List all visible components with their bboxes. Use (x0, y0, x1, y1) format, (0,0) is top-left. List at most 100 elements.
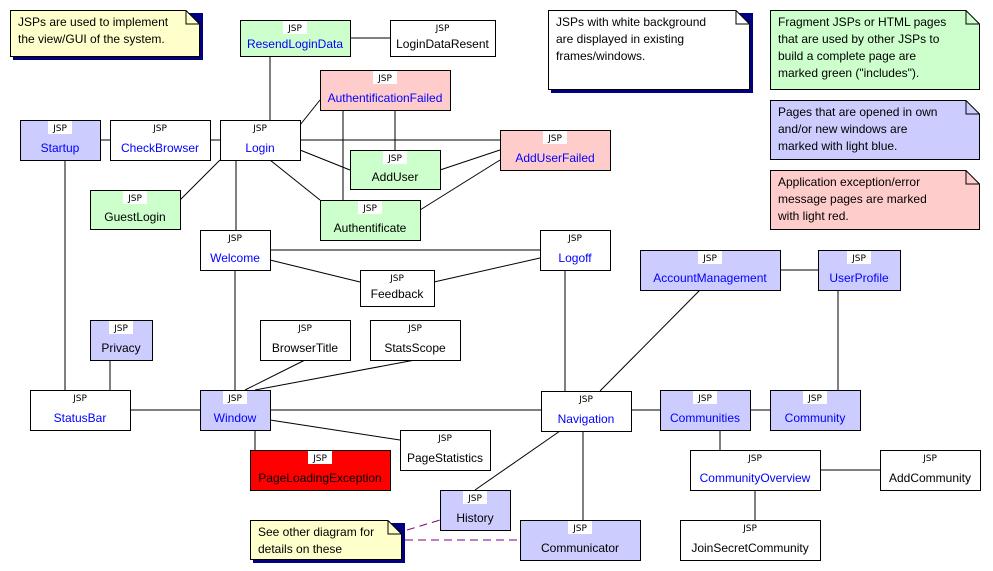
jsp-node-PageLoadingException[interactable]: JSP PageLoadingException (250, 450, 391, 491)
stereotype-label: JSP (252, 124, 267, 134)
note-line: the view/GUI of the system. (18, 32, 165, 46)
node-label: JoinSecretCommunity (691, 541, 808, 555)
note-line: See other diagram for (258, 525, 374, 539)
node-label: AddCommunity (889, 471, 971, 485)
jsp-node-AddUserFailed[interactable]: JSP AddUserFailed (500, 130, 611, 171)
note-jsp-view: JSPs are used to implement the view/GUI o… (10, 10, 203, 60)
edge-BrowserTitle-Window (244, 359, 306, 391)
stereotype-label: JSP (567, 234, 582, 244)
stereotype-label: JSP (113, 324, 128, 334)
jsp-node-UserProfile[interactable]: JSP UserProfile (818, 250, 901, 291)
node-label: AddUser (372, 170, 419, 184)
note-line: that are used by other JSPs to (778, 32, 940, 46)
node-label: LoginDataResent (396, 37, 489, 51)
jsp-node-AddCommunity[interactable]: JSP AddCommunity (880, 450, 981, 491)
jsp-node-Privacy[interactable]: JSP Privacy (90, 320, 153, 361)
jsp-node-GuestLogin[interactable]: JSP GuestLogin (90, 190, 181, 230)
edge-Feedback-Logoff (433, 257, 541, 283)
stereotype-label: JSP (72, 394, 87, 404)
node-label: Communicator (541, 541, 619, 555)
note-line: with light red. (777, 209, 849, 223)
jsp-node-JoinSecretCommunity[interactable]: JSP JoinSecretCommunity (680, 520, 821, 561)
node-label: Navigation (558, 412, 615, 426)
jsp-node-Logoff[interactable]: JSP Logoff (540, 230, 611, 271)
jsp-node-Community[interactable]: JSP Community (770, 390, 861, 431)
jsp-node-History[interactable]: JSP History (440, 490, 511, 531)
jsp-node-CommunityOverview[interactable]: JSP CommunityOverview (690, 450, 821, 491)
stereotype-label: JSP (287, 24, 302, 34)
stereotype-label: JSP (742, 524, 757, 534)
jsp-node-Authentificate[interactable]: JSP Authentificate (320, 200, 421, 241)
note-line: build a complete page are (778, 49, 916, 63)
node-label: Community (785, 411, 846, 425)
stereotype-label: JSP (127, 194, 142, 204)
note-line: message pages are marked (778, 192, 927, 206)
jsp-node-Window[interactable]: JSP Window (200, 390, 271, 431)
node-label: Window (214, 411, 257, 425)
node-label: Logoff (558, 251, 592, 265)
node-label: Feedback (371, 287, 425, 301)
stereotype-label: JSP (467, 494, 482, 504)
stereotype-label: JSP (297, 324, 312, 334)
note-line: Pages that are opened in own (778, 105, 937, 119)
edge-AddUser-AddUserFailed (439, 149, 501, 171)
jsp-node-Navigation[interactable]: JSP Navigation (541, 391, 632, 432)
jsp-diagram: JSPs are used to implement the view/GUI o… (10, 10, 981, 563)
jsp-node-BrowserTitle[interactable]: JSP BrowserTitle (260, 320, 351, 361)
note-line: marked with light blue. (778, 139, 897, 153)
node-label: AccountManagement (653, 271, 767, 285)
note-line: and/or new windows are (778, 122, 908, 136)
node-label: Communities (670, 411, 740, 425)
note-line: JSPs with white background (556, 15, 706, 29)
edge-AccountManagement-Navigation (599, 289, 701, 392)
jsp-node-StatsScope[interactable]: JSP StatsScope (370, 320, 461, 361)
note-line: marked green ("includes"). (778, 66, 919, 80)
edge-Login-GuestLogin (179, 159, 221, 201)
jsp-node-LoginDataResent[interactable]: JSP LoginDataResent (390, 20, 496, 57)
stereotype-label: JSP (572, 524, 587, 534)
stereotype-label: JSP (377, 74, 392, 84)
jsp-node-Communities[interactable]: JSP Communities (660, 390, 751, 431)
jsp-node-Login[interactable]: JSP Login (220, 120, 301, 161)
stereotype-label: JSP (389, 274, 404, 284)
node-label: GuestLogin (104, 210, 165, 224)
jsp-node-ResendLoginData[interactable]: JSP ResendLoginData (240, 20, 351, 57)
node-label: PageLoadingException (258, 471, 381, 485)
stereotype-label: JSP (52, 124, 67, 134)
edge-StatsScope-Window (254, 359, 416, 391)
jsp-node-Communicator[interactable]: JSP Communicator (520, 520, 641, 561)
edge-Window-PageStatistics (269, 419, 401, 441)
jsp-node-CheckBrowser[interactable]: JSP CheckBrowser (110, 120, 211, 161)
jsp-node-AccountManagement[interactable]: JSP AccountManagement (640, 250, 781, 291)
jsp-node-Feedback[interactable]: JSP Feedback (360, 270, 435, 307)
note-line: are displayed in existing (556, 32, 684, 46)
node-label: UserProfile (829, 271, 889, 285)
edge-Login-AuthentificationFailed (299, 99, 321, 126)
node-label: PageStatistics (407, 451, 483, 465)
node-label: Startup (41, 141, 80, 155)
node-label: Authentificate (334, 221, 407, 235)
stereotype-label: JSP (387, 154, 402, 164)
node-label: AddUserFailed (515, 151, 594, 165)
stereotype-label: JSP (362, 204, 377, 214)
note-line: Fragment JSPs or HTML pages (778, 15, 946, 29)
jsp-node-AuthentificationFailed[interactable]: JSP AuthentificationFailed (320, 70, 451, 111)
node-label: CheckBrowser (121, 141, 199, 155)
note-line: JSPs are used to implement (18, 15, 169, 29)
note-green: Fragment JSPs or HTML pages that are used… (770, 10, 980, 90)
node-label: Login (245, 141, 274, 155)
node-label: AuthentificationFailed (328, 91, 443, 105)
note-line: frames/windows. (556, 49, 645, 63)
jsp-node-Startup[interactable]: JSP Startup (20, 120, 101, 161)
node-label: Privacy (101, 341, 140, 355)
stereotype-label: JSP (407, 324, 422, 334)
stereotype-label: JSP (807, 394, 822, 404)
jsp-node-PageStatistics[interactable]: JSP PageStatistics (400, 430, 491, 471)
jsp-node-Welcome[interactable]: JSP Welcome (200, 230, 271, 271)
jsp-node-StatusBar[interactable]: JSP StatusBar (30, 390, 131, 431)
stereotype-label: JSP (152, 124, 167, 134)
jsp-node-AddUser[interactable]: JSP AddUser (350, 150, 441, 190)
dashed-edge-History (406, 519, 441, 531)
note-blue: Pages that are opened in own and/or new w… (770, 100, 980, 160)
edge-Login-Authentificate (269, 159, 321, 201)
